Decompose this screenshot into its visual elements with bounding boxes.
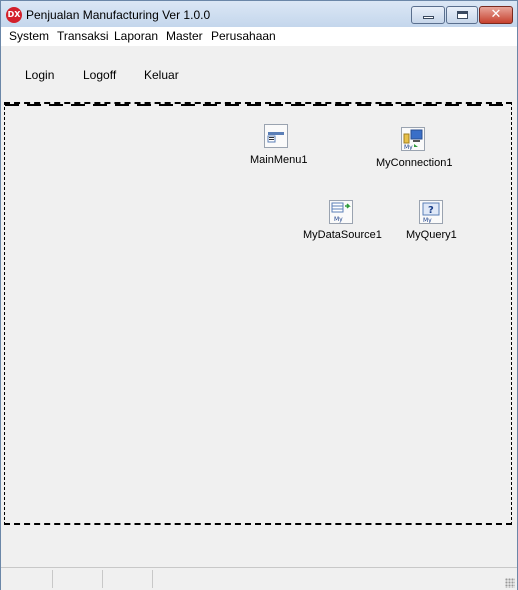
menu-bar: System Transaksi Laporan Master Perusaha… bbox=[1, 27, 517, 46]
svg-text:My: My bbox=[423, 217, 432, 223]
status-panel bbox=[1, 570, 53, 588]
window-title: Penjualan Manufacturing Ver 1.0.0 bbox=[26, 8, 211, 22]
resize-grip-icon[interactable] bbox=[505, 578, 515, 588]
login-button[interactable]: Login bbox=[25, 68, 54, 82]
keluar-button[interactable]: Keluar bbox=[144, 68, 179, 82]
status-panel bbox=[53, 570, 103, 588]
maximize-icon bbox=[457, 11, 468, 19]
status-panel bbox=[103, 570, 153, 588]
menu-perusahaan[interactable]: Perusahaan bbox=[211, 29, 276, 43]
close-icon: ✕ bbox=[490, 7, 502, 22]
menu-transaksi[interactable]: Transaksi bbox=[57, 29, 109, 43]
component-label: MyConnection1 bbox=[376, 157, 453, 169]
minimize-button[interactable] bbox=[411, 6, 445, 24]
svg-text:My: My bbox=[404, 144, 413, 150]
maximize-button[interactable] bbox=[446, 6, 478, 24]
app-icon[interactable]: DX bbox=[6, 7, 22, 23]
main-window: DX Penjualan Manufacturing Ver 1.0.0 ✕ S… bbox=[0, 0, 518, 590]
component-label: MainMenu1 bbox=[250, 154, 308, 166]
menu-master[interactable]: Master bbox=[166, 29, 203, 43]
component-label: MyDataSource1 bbox=[303, 229, 382, 241]
svg-text:?: ? bbox=[428, 205, 434, 216]
form-designer-area: MainMenu1 My MyConnection1 My MyDataSour… bbox=[4, 102, 512, 525]
component-label: MyQuery1 bbox=[406, 229, 457, 241]
menu-system[interactable]: System bbox=[9, 29, 49, 43]
main-menu-icon[interactable] bbox=[264, 124, 288, 148]
title-bar[interactable]: DX Penjualan Manufacturing Ver 1.0.0 ✕ bbox=[1, 1, 517, 27]
status-bar bbox=[1, 567, 517, 590]
connection-icon[interactable]: My bbox=[401, 127, 425, 151]
close-button[interactable]: ✕ bbox=[479, 6, 513, 24]
query-icon[interactable]: ? My bbox=[419, 200, 443, 224]
minimize-icon bbox=[423, 16, 434, 19]
logoff-button[interactable]: Logoff bbox=[83, 68, 116, 82]
data-source-icon[interactable]: My bbox=[329, 200, 353, 224]
menu-laporan[interactable]: Laporan bbox=[114, 29, 158, 43]
svg-text:My: My bbox=[334, 216, 343, 223]
